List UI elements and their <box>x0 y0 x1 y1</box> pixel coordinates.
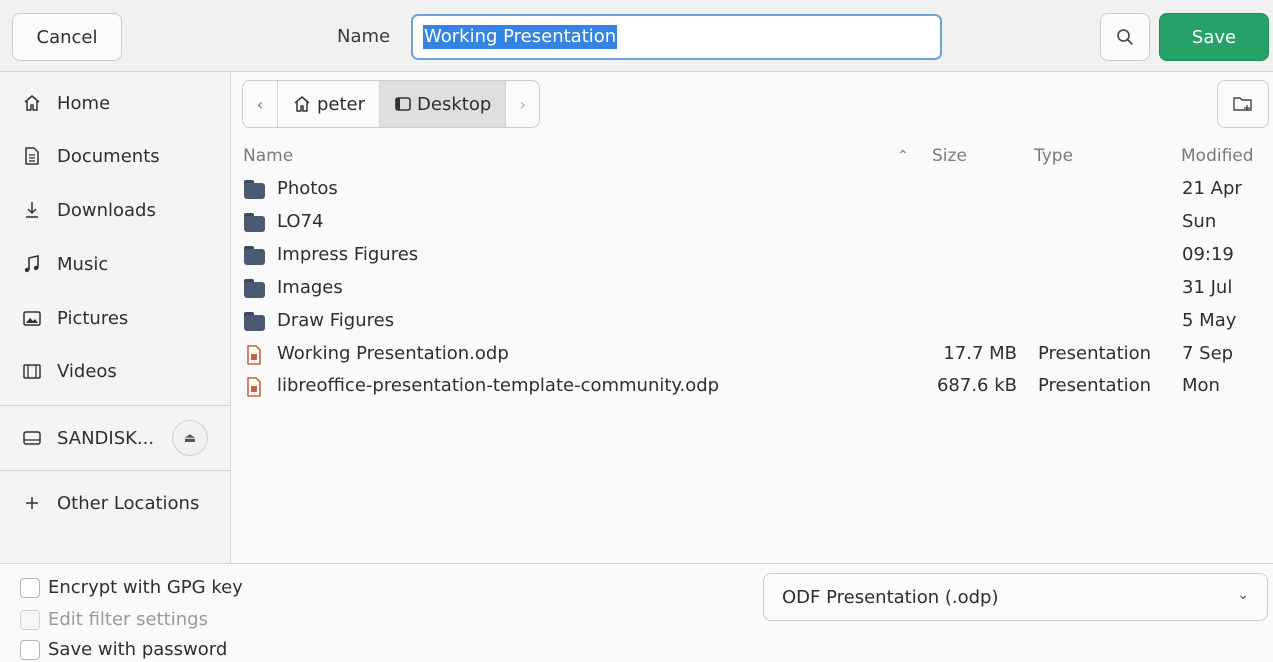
sidebar-item-label: Other Locations <box>57 492 200 514</box>
sidebar-item-label: Music <box>57 253 109 275</box>
file-name: Draw Figures <box>277 310 395 331</box>
file-row[interactable]: Images 31 Jul <box>232 272 1273 305</box>
sort-ascending-icon: ⌃ <box>897 148 909 164</box>
path-forward-button[interactable]: › <box>505 81 539 127</box>
sidebar-item-label: SANDISK... <box>57 427 155 449</box>
sidebar-item-pictures[interactable]: Pictures <box>0 294 230 342</box>
file-modified: 21 Apr <box>1182 178 1242 199</box>
header-bar: Cancel Name Working Presentation Save <box>0 0 1273 72</box>
save-password-checkbox[interactable]: Save with password <box>20 639 227 660</box>
file-row[interactable]: Impress Figures 09:19 <box>232 239 1273 272</box>
sidebar-item-videos[interactable]: Videos <box>0 347 230 395</box>
file-modified: 09:19 <box>1182 244 1234 265</box>
drive-icon <box>21 427 43 449</box>
file-modified: 5 May <box>1182 310 1237 331</box>
sidebar-item-label: Home <box>57 92 111 114</box>
breadcrumb-desktop[interactable]: Desktop <box>379 81 506 127</box>
chevron-down-icon: ⌄ <box>1237 587 1249 603</box>
chevron-left-icon: ‹ <box>256 94 264 114</box>
sidebar-item-label: Documents <box>57 145 160 167</box>
sidebar-item-label: Videos <box>57 360 117 382</box>
file-modified: 31 Jul <box>1182 277 1233 298</box>
checkbox-label: Encrypt with GPG key <box>48 577 243 598</box>
file-modified: 7 Sep <box>1182 343 1234 364</box>
sidebar-item-home[interactable]: Home <box>0 79 230 127</box>
column-header-name[interactable]: Name <box>243 146 293 166</box>
eject-icon: ⏏ <box>183 430 197 446</box>
desktop-icon <box>395 97 411 111</box>
file-row[interactable]: Photos 21 Apr <box>232 173 1273 206</box>
music-icon <box>21 253 43 275</box>
file-name: LO74 <box>277 211 324 232</box>
sidebar-item-documents[interactable]: Documents <box>0 132 230 180</box>
plus-icon <box>21 492 43 514</box>
sidebar-divider <box>0 405 230 406</box>
presentation-file-icon <box>247 377 261 397</box>
file-modified: Mon <box>1182 375 1220 396</box>
search-icon <box>1117 29 1133 45</box>
name-label: Name <box>337 26 391 47</box>
file-name: Photos <box>277 178 338 199</box>
home-icon <box>294 96 310 112</box>
new-folder-icon <box>1233 97 1252 111</box>
cancel-button[interactable]: Cancel <box>12 13 122 61</box>
file-name: libreoffice-presentation-template-commun… <box>277 375 720 396</box>
path-back-button[interactable]: ‹ <box>243 81 277 127</box>
file-name: Working Presentation.odp <box>277 343 509 364</box>
file-name: Impress Figures <box>277 244 419 265</box>
sidebar-divider <box>0 470 230 471</box>
search-button[interactable] <box>1100 13 1150 61</box>
file-name: Images <box>277 277 343 298</box>
presentation-file-icon <box>247 345 261 365</box>
folder-icon <box>244 279 265 298</box>
checkbox-box <box>20 609 40 630</box>
file-type: Presentation <box>1038 343 1152 364</box>
folder-icon <box>244 213 265 232</box>
file-row[interactable]: Draw Figures 5 May <box>232 305 1273 338</box>
sidebar-item-label: Pictures <box>57 307 129 329</box>
file-size: 17.7 MB <box>943 343 1017 364</box>
sidebar-item-label: Downloads <box>57 199 156 221</box>
places-sidebar: Home Documents Downloads Music Pictures … <box>0 72 231 563</box>
chevron-right-icon: › <box>519 94 526 114</box>
document-icon <box>21 145 43 167</box>
filename-text: Working Presentation <box>423 25 618 49</box>
videos-icon <box>21 360 43 382</box>
pictures-icon <box>21 307 43 329</box>
sidebar-item-music[interactable]: Music <box>0 240 230 288</box>
folder-icon <box>244 312 265 331</box>
folder-icon <box>244 180 265 199</box>
new-folder-button[interactable] <box>1217 80 1269 128</box>
checkbox-label: Edit filter settings <box>48 609 208 630</box>
breadcrumb-label: Desktop <box>417 93 492 115</box>
encrypt-gpg-checkbox[interactable]: Encrypt with GPG key <box>20 577 243 598</box>
column-header-type[interactable]: Type <box>1034 146 1073 166</box>
save-button[interactable]: Save <box>1159 13 1269 61</box>
file-row[interactable]: Working Presentation.odp 17.7 MB Present… <box>232 338 1273 371</box>
edit-filter-checkbox: Edit filter settings <box>20 609 208 630</box>
file-row[interactable]: libreoffice-presentation-template-commun… <box>232 370 1273 403</box>
file-type-dropdown[interactable]: ODF Presentation (.odp) ⌄ <box>763 573 1268 621</box>
checkbox-label: Save with password <box>48 639 228 660</box>
file-modified: Sun <box>1182 211 1217 232</box>
checkbox-box <box>20 577 40 598</box>
breadcrumb-peter[interactable]: peter <box>277 81 379 127</box>
column-header-modified[interactable]: Modified <box>1181 146 1254 166</box>
filename-input[interactable]: Working Presentation <box>411 14 942 60</box>
download-icon <box>21 199 43 221</box>
column-header-size[interactable]: Size <box>932 146 967 166</box>
file-type: Presentation <box>1038 375 1152 396</box>
path-bar: ‹ peter Desktop › <box>242 80 541 128</box>
file-type-selected: ODF Presentation (.odp) <box>782 586 999 608</box>
sidebar-item-other-locations[interactable]: Other Locations <box>0 479 230 527</box>
sidebar-item-sandisk[interactable]: SANDISK... ⏏ <box>0 414 230 462</box>
home-icon <box>21 92 43 114</box>
file-row[interactable]: LO74 Sun <box>232 206 1273 239</box>
checkbox-box <box>20 639 40 660</box>
file-size: 687.6 kB <box>936 375 1017 396</box>
breadcrumb-label: peter <box>317 93 366 115</box>
folder-icon <box>244 246 265 265</box>
eject-button[interactable]: ⏏ <box>172 420 208 456</box>
sidebar-item-downloads[interactable]: Downloads <box>0 186 230 234</box>
